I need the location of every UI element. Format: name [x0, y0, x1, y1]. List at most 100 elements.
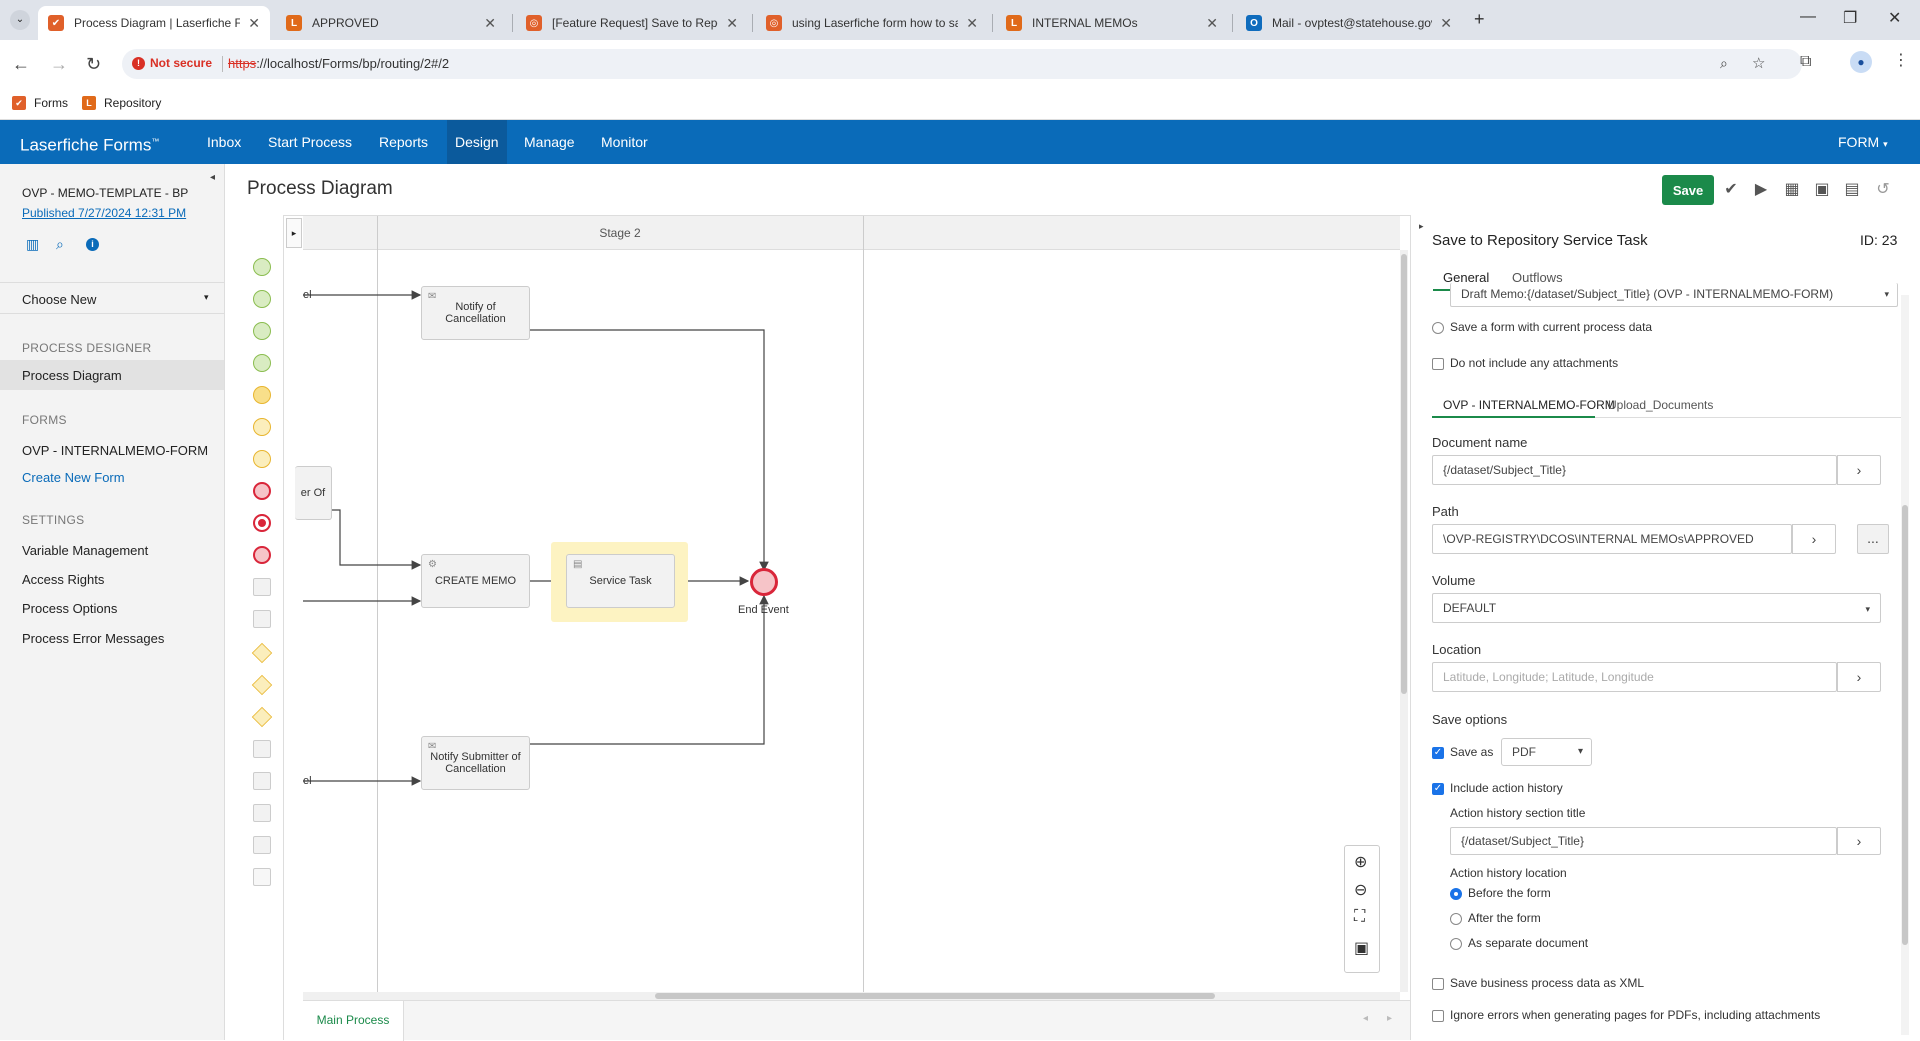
task-label: Notify Submitter of Cancellation [430, 751, 521, 775]
profile-avatar[interactable]: ● [1850, 51, 1872, 73]
save-as-label: Save as [1450, 745, 1494, 759]
volume-label: Volume [1432, 573, 1476, 588]
diagram-horizontal-scrollbar[interactable] [303, 992, 1400, 1000]
save-form-current-label: Save a form with current process data [1450, 320, 1653, 334]
close-tab-icon[interactable]: ✕ [1440, 15, 1452, 32]
close-window-icon[interactable]: ✕ [1888, 8, 1901, 28]
grid-view-icon[interactable]: ▦ [1783, 179, 1801, 198]
form-select-value: Draft Memo:{/dataset/Subject_Title} (OVP… [1461, 287, 1834, 301]
clipboard-icon[interactable]: ▤ [1843, 179, 1861, 198]
end-event-label: End Event [738, 604, 789, 616]
path-label: Path [1432, 504, 1459, 519]
history-title-input[interactable]: {/dataset/Subject_Title} [1450, 827, 1837, 855]
email-task-notify-cancellation[interactable]: ✉ Notify of Cancellation [421, 286, 530, 340]
separate-document-label: As separate document [1468, 936, 1589, 950]
tab-internalmemo-form[interactable]: OVP - INTERNALMEMO-FORM [1443, 398, 1615, 412]
scrollbar-thumb[interactable] [1401, 254, 1407, 694]
location-input[interactable]: Latitude, Longitude; Latitude, Longitude [1432, 662, 1837, 692]
panel-scrollbar[interactable] [1901, 295, 1909, 1035]
history-title-label: Action history section title [1450, 806, 1586, 820]
zoom-icon[interactable]: ⌕ [1720, 55, 1728, 72]
image-export-icon[interactable]: ▣ [1813, 179, 1831, 198]
after-form-label: After the form [1468, 911, 1541, 925]
process-tabs-bar: Main Process ◂ ▸ [303, 1000, 1410, 1041]
path-token-button[interactable]: › [1792, 524, 1836, 554]
email-icon: ✉ [428, 291, 437, 302]
save-xml-label: Save business process data as XML [1450, 976, 1645, 990]
caret-down-icon: ▾ [1884, 289, 1889, 299]
save-button[interactable]: Save [1662, 175, 1714, 205]
restore-icon[interactable]: ❐ [1843, 8, 1857, 28]
form-menu-label: FORM [1838, 134, 1880, 150]
location-token-button[interactable]: › [1837, 662, 1881, 692]
service-task-create-memo[interactable]: ⚙ CREATE MEMO [421, 554, 530, 608]
no-attachments-checkbox[interactable] [1432, 358, 1444, 370]
save-as-format-select[interactable]: PDF ▾ [1501, 738, 1592, 766]
volume-dropdown[interactable]: DEFAULT ▾ [1432, 593, 1881, 623]
path-value: \OVP-REGISTRY\DCOS\INTERNAL MEMOs\APPROV… [1443, 532, 1754, 546]
path-input[interactable]: \OVP-REGISTRY\DCOS\INTERNAL MEMOs\APPROV… [1432, 524, 1792, 554]
document-name-label: Document name [1432, 435, 1528, 450]
properties-panel: ▸ Save to Repository Service Task ID: 23… [1410, 215, 1910, 1040]
scrollbar-thumb[interactable] [655, 993, 1215, 999]
zoom-in-icon[interactable]: ⊕ [1354, 852, 1367, 872]
email-icon: ✉ [428, 741, 437, 752]
document-name-input[interactable]: {/dataset/Subject_Title} [1432, 455, 1837, 485]
repository-icon: ▤ [573, 559, 583, 570]
zoom-out-icon[interactable]: ⊖ [1354, 880, 1367, 900]
include-history-label: Include action history [1450, 781, 1563, 795]
history-title-value: {/dataset/Subject_Title} [1461, 834, 1584, 848]
include-history-checkbox[interactable]: ✓ [1432, 783, 1444, 795]
save-xml-checkbox[interactable] [1432, 978, 1444, 990]
partial-task-label: el [303, 289, 312, 301]
after-form-radio[interactable] [1450, 913, 1462, 925]
ignore-errors-label: Ignore errors when generating pages for … [1450, 1008, 1821, 1022]
tab-upload-documents[interactable]: Upload_Documents [1608, 398, 1713, 412]
document-name-token-button[interactable]: › [1837, 455, 1881, 485]
validate-check-icon[interactable]: ✔ [1722, 179, 1740, 198]
browser-menu-icon[interactable]: ⋮ [1893, 50, 1909, 70]
service-task-save-to-repository[interactable]: ▤ Service Task [566, 554, 675, 608]
minimize-icon[interactable]: — [1800, 8, 1816, 26]
form-menu[interactable]: FORM ▾ [1838, 120, 1888, 164]
new-tab-icon[interactable]: + [1474, 9, 1485, 30]
task-label: Service Task [589, 575, 652, 587]
diagram-connectors [303, 290, 769, 786]
panel-title: Save to Repository Service Task [1432, 232, 1648, 249]
partial-task-label: er Of [300, 487, 326, 499]
fit-to-screen-icon[interactable]: ⛶ [1354, 908, 1365, 926]
separate-document-radio[interactable] [1450, 938, 1462, 950]
diagram-vertical-scrollbar[interactable] [1400, 250, 1408, 992]
save-form-current-radio[interactable] [1432, 322, 1444, 334]
location-placeholder: Latitude, Longitude; Latitude, Longitude [1443, 670, 1654, 684]
form-select-dropdown[interactable]: Draft Memo:{/dataset/Subject_Title} (OVP… [1450, 283, 1898, 307]
save-as-checkbox[interactable]: ✓ [1432, 747, 1444, 759]
end-event[interactable] [750, 568, 778, 596]
ignore-errors-checkbox[interactable] [1432, 1010, 1444, 1022]
zoom-controls: ⊕ ⊖ ⛶ ▣ [1344, 845, 1380, 973]
email-task-notify-submitter[interactable]: ✉ Notify Submitter of Cancellation [421, 736, 530, 790]
minimap-icon[interactable]: ▣ [1354, 938, 1369, 958]
save-as-format-value: PDF [1512, 745, 1536, 759]
before-form-label: Before the form [1468, 886, 1551, 900]
tab-main-process[interactable]: Main Process [303, 1001, 404, 1041]
collapse-panel-icon[interactable]: ▸ [1419, 221, 1424, 232]
before-form-radio[interactable] [1450, 888, 1462, 900]
path-browse-button[interactable]: ... [1857, 524, 1889, 554]
document-name-value: {/dataset/Subject_Title} [1443, 463, 1566, 477]
save-options-label: Save options [1432, 712, 1508, 727]
scrollbar-thumb[interactable] [1902, 505, 1908, 945]
task-label: CREATE MEMO [434, 575, 517, 587]
panel-id: ID: 23 [1860, 232, 1898, 248]
extensions-icon[interactable]: ⧉ [1800, 53, 1811, 71]
partial-task[interactable]: er Of [295, 466, 332, 520]
gear-icon: ⚙ [428, 559, 437, 570]
path-browse-label: ... [1867, 530, 1879, 546]
tab-scroll-left-icon[interactable]: ◂ [1363, 1013, 1368, 1024]
history-title-token-button[interactable]: › [1837, 827, 1881, 855]
caret-down-icon: ▾ [1883, 139, 1888, 149]
undo-icon[interactable]: ↺ [1874, 179, 1892, 198]
run-play-icon[interactable]: ▶ [1752, 179, 1770, 198]
tab-scroll-right-icon[interactable]: ▸ [1387, 1013, 1392, 1024]
bookmark-star-icon[interactable]: ☆ [1752, 54, 1765, 72]
